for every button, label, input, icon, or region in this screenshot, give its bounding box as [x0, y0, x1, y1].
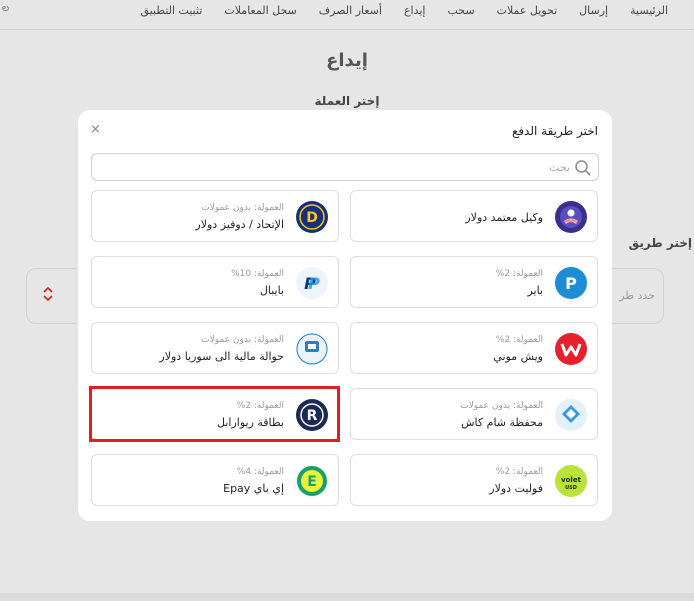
method-fee: العمولة: 2%	[495, 467, 543, 477]
epay-icon: E	[296, 465, 328, 497]
nav-link-withdraw[interactable]: سحب	[447, 4, 474, 17]
method-card-paypal[interactable]: PP العمولة: 10% بايبال	[91, 256, 339, 308]
svg-text:R: R	[307, 408, 318, 424]
method-card-sham-cash[interactable]: العمولة: بدون عمولات محفظة شام كاش	[350, 388, 598, 440]
nav-links: الرئيسية إرسال تحويل عملات سحب إيداع أسع…	[141, 4, 669, 17]
method-fee: العمولة: 2%	[236, 401, 284, 411]
nav-link-deposit[interactable]: إيداع	[404, 4, 426, 17]
method-name: بايبال	[259, 284, 284, 297]
method-card-agent-usd[interactable]: وكيل معتمد دولار	[350, 190, 598, 242]
payment-method-modal: اختر طريقة الدفع × وكيل معتمد دولار D ال…	[78, 110, 612, 521]
wish-money-icon	[555, 333, 587, 365]
svg-text:P: P	[308, 274, 320, 293]
method-fee: العمولة: بدون عمولات	[460, 401, 543, 411]
volet-icon: volet USD	[555, 465, 587, 497]
nav-corner-glyph: ల	[2, 3, 10, 14]
svg-text:D: D	[306, 210, 318, 226]
nav-link-send[interactable]: إرسال	[579, 4, 608, 17]
payeer-icon: P	[555, 267, 587, 299]
method-card-syria-transfer[interactable]: العمولة: بدون عمولات حوالة مالية الى سور…	[91, 322, 339, 374]
method-name: ويش موني	[493, 350, 543, 363]
method-name: فوليت دولار	[489, 482, 543, 495]
method-fee: العمولة: بدون عمولات	[201, 335, 284, 345]
method-name: محفظة شام كاش	[461, 416, 543, 429]
rewarble-icon: R	[296, 399, 328, 431]
svg-text:E: E	[307, 474, 317, 490]
select-placeholder: حدد طر	[619, 289, 655, 302]
page-title: إيداع	[326, 50, 368, 71]
svg-text:volet: volet	[561, 476, 582, 484]
method-fee: العمولة: 10%	[231, 269, 284, 279]
method-name: بطاقة ريوارابل	[217, 416, 284, 429]
svg-text:USD: USD	[565, 485, 577, 491]
paypal-icon: PP	[296, 267, 328, 299]
method-card-epay[interactable]: E العمولة: 4% إي باي Epay	[91, 454, 339, 506]
choose-currency-label: إختر العملة	[314, 94, 380, 108]
nav-link-exchange[interactable]: تحويل عملات	[497, 4, 558, 17]
method-name: إي باي Epay	[223, 482, 284, 495]
nav-link-install-app[interactable]: تثبيت التطبيق	[141, 4, 203, 17]
sham-cash-icon	[555, 399, 587, 431]
method-card-volet[interactable]: volet USD العمولة: 2% فوليت دولار	[350, 454, 598, 506]
method-card-payeer[interactable]: P العمولة: 2% باير	[350, 256, 598, 308]
close-icon[interactable]: ×	[90, 123, 101, 136]
search-input[interactable]	[110, 157, 570, 177]
choose-method-label: إختر طريق	[628, 236, 692, 250]
method-card-wish-money[interactable]: العمولة: 2% ويش موني	[350, 322, 598, 374]
top-navigation: ల الرئيسية إرسال تحويل عملات سحب إيداع أ…	[0, 0, 694, 30]
select-arrows-icon	[43, 286, 53, 302]
svg-text:P: P	[565, 274, 577, 293]
search-icon	[574, 159, 592, 177]
dovizz-icon: D	[296, 201, 328, 233]
syria-transfer-icon	[296, 333, 328, 365]
method-fee: العمولة: 4%	[236, 467, 284, 477]
agent-handshake-icon	[555, 201, 587, 233]
nav-link-rates[interactable]: أسعار الصرف	[319, 4, 382, 17]
method-fee: العمولة: بدون عمولات	[201, 203, 284, 213]
method-card-dovizz[interactable]: D العمولة: بدون عمولات الإتحاد / دوفيز د…	[91, 190, 339, 242]
method-name: باير	[527, 284, 543, 297]
method-fee: العمولة: 2%	[495, 269, 543, 279]
search-box	[91, 153, 599, 181]
method-name: حوالة مالية الى سوريا دولار	[159, 350, 284, 363]
method-card-rewarble[interactable]: R العمولة: 2% بطاقة ريوارابل	[91, 388, 339, 440]
page-footer-strip	[0, 593, 694, 601]
method-fee: العمولة: 2%	[495, 335, 543, 345]
method-name: وكيل معتمد دولار	[465, 211, 543, 224]
modal-title: اختر طريقة الدفع	[511, 124, 598, 138]
method-name: الإتحاد / دوفيز دولار	[195, 218, 284, 231]
nav-link-home[interactable]: الرئيسية	[630, 4, 668, 17]
nav-link-history[interactable]: سجل المعاملات	[224, 4, 296, 17]
